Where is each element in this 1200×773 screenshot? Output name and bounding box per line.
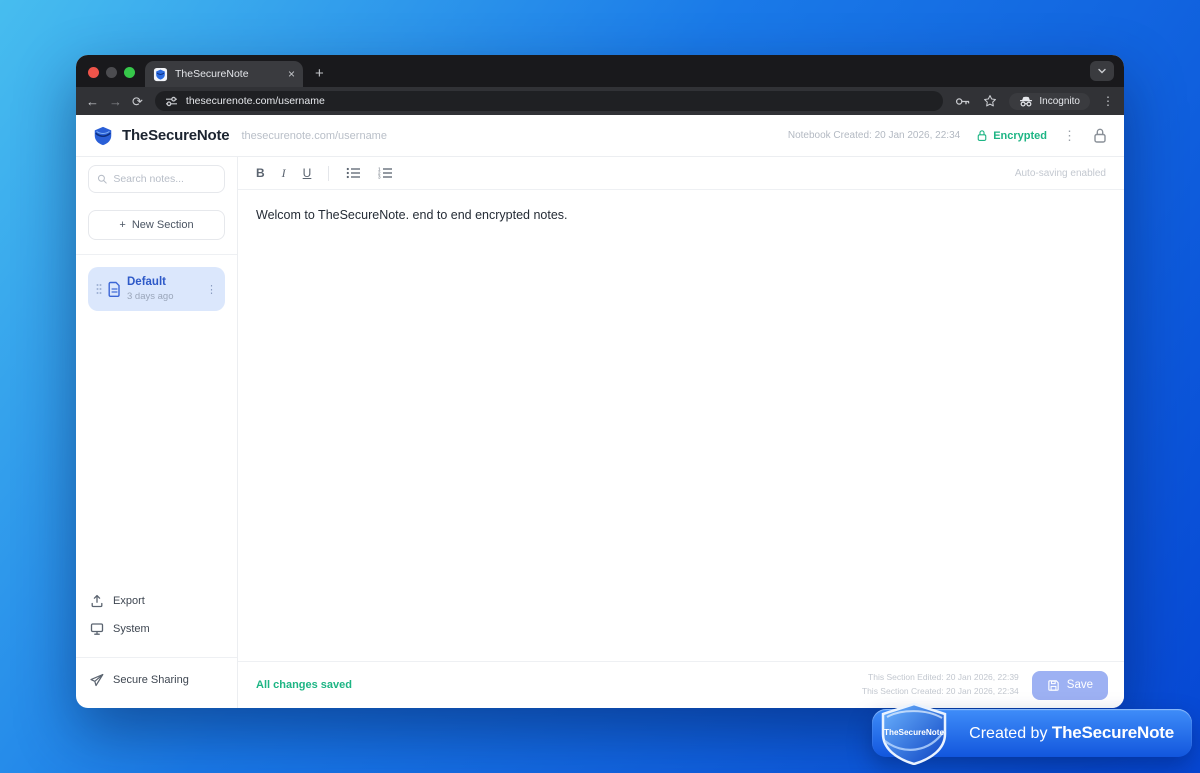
sidebar-item-system[interactable]: System (88, 615, 225, 643)
browser-menu-button[interactable]: ⋮ (1102, 95, 1114, 107)
forward-button[interactable]: → (109, 95, 122, 108)
new-section-button[interactable]: + New Section (88, 210, 225, 240)
note-editor-content[interactable]: Welcom to TheSecureNote. end to end encr… (238, 190, 1124, 661)
sidebar-divider (76, 254, 237, 255)
encrypted-label: Encrypted (993, 129, 1047, 142)
numbered-list-button[interactable]: 1 2 3 (378, 167, 393, 179)
section-created-text: This Section Created: 20 Jan 2026, 22:34 (861, 686, 1019, 696)
browser-toolbar: ← → ⟳ thesecurenote.com/username Incogni… (76, 87, 1124, 115)
underline-button[interactable]: U (303, 167, 312, 179)
reload-button[interactable]: ⟳ (132, 95, 143, 108)
export-icon (91, 594, 103, 608)
editor-panel: B I U 1 2 3 Auto-saving enabled Welcom t… (238, 157, 1124, 708)
toolbar-separator (328, 165, 330, 181)
chevron-down-icon (1098, 68, 1106, 74)
tab-favicon-shield-icon (153, 67, 168, 81)
created-by-badge: TheSecureNote Created by TheSecureNote (872, 702, 1192, 765)
section-timestamps: This Section Edited: 20 Jan 2026, 22:39 … (862, 671, 1019, 698)
tab-search-button[interactable] (1090, 61, 1114, 81)
tab-title: TheSecureNote (175, 68, 249, 80)
export-label: Export (113, 595, 145, 607)
zoom-window-button[interactable] (124, 67, 135, 78)
autosave-status: Auto-saving enabled (1014, 167, 1106, 179)
section-age: 3 days ago (127, 291, 174, 302)
header-actions: Notebook Created: 20 Jan 2026, 22:34 Enc… (788, 127, 1108, 144)
footer-right: This Section Edited: 20 Jan 2026, 22:39 … (862, 670, 1108, 700)
plus-icon: + (119, 219, 126, 231)
app-brand-title: TheSecureNote (122, 127, 230, 144)
header-url-text: thesecurenote.com/username (241, 129, 387, 142)
section-texts: Default 3 days ago (127, 276, 201, 302)
section-menu-button[interactable]: ⋮ (206, 283, 217, 296)
header-menu-button[interactable]: ⋮ (1063, 128, 1076, 144)
badge-brand: TheSecureNote (1051, 723, 1174, 742)
editor-footer: All changes saved This Section Edited: 2… (238, 661, 1124, 708)
section-edited-text: This Section Edited: 20 Jan 2026, 22:39 (868, 672, 1019, 683)
system-monitor-icon (90, 623, 104, 635)
minimize-window-button[interactable] (106, 67, 117, 78)
created-by-text: Created by TheSecureNote (969, 723, 1174, 742)
document-icon (108, 281, 120, 297)
site-settings-icon (165, 96, 177, 106)
save-label: Save (1066, 679, 1093, 691)
header-lock-button[interactable] (1092, 127, 1108, 144)
paper-plane-icon (90, 673, 104, 687)
notebook-created-text: Notebook Created: 20 Jan 2026, 22:34 (787, 130, 961, 141)
toolbar-actions: Incognito ⋮ (955, 92, 1114, 110)
encrypted-status-badge: Encrypted (976, 129, 1047, 142)
search-icon (97, 174, 107, 184)
tab-strip: TheSecureNote × + (76, 55, 1124, 87)
app-logo-shield-icon (94, 126, 112, 145)
back-button[interactable]: ← (86, 95, 99, 108)
lock-icon (977, 130, 987, 141)
incognito-label: Incognito (1039, 95, 1080, 107)
browser-window: TheSecureNote × + ← → ⟳ thesecurenote.co… (76, 55, 1124, 708)
section-card-default[interactable]: Default 3 days ago ⋮ (88, 267, 225, 311)
bold-button[interactable]: B (256, 167, 265, 179)
search-input[interactable] (113, 173, 216, 185)
incognito-badge: Incognito (1009, 92, 1090, 110)
drag-handle-icon[interactable] (96, 283, 102, 295)
format-toolbar: B I U 1 2 3 Auto-saving enabled (238, 157, 1124, 190)
incognito-icon (1020, 96, 1033, 106)
sidebar: + New Section Default 3 days ago (76, 157, 238, 708)
address-bar[interactable]: thesecurenote.com/username (154, 91, 944, 111)
sidebar-item-export[interactable]: Export (88, 587, 225, 615)
section-name: Default (127, 276, 166, 288)
new-section-label: New Section (131, 219, 194, 231)
passwords-key-icon[interactable] (955, 95, 971, 108)
bullet-list-button[interactable] (346, 167, 361, 179)
browser-tab[interactable]: TheSecureNote × (145, 61, 303, 87)
save-floppy-icon (1048, 679, 1059, 691)
app-header: TheSecureNote thesecurenote.com/username… (76, 115, 1124, 157)
address-url: thesecurenote.com/username (185, 95, 325, 107)
sidebar-item-secure-sharing[interactable]: Secure Sharing (88, 666, 225, 694)
secure-sharing-label: Secure Sharing (113, 674, 189, 686)
system-label: System (113, 623, 150, 635)
badge-shield-logo: TheSecureNote (881, 702, 947, 765)
tab-close-icon[interactable]: × (288, 67, 295, 81)
close-window-button[interactable] (88, 67, 99, 78)
changes-saved-status: All changes saved (256, 679, 352, 691)
svg-text:3: 3 (378, 175, 381, 179)
main-area: + New Section Default 3 days ago (76, 157, 1124, 708)
badge-shield-text: TheSecureNote (884, 728, 945, 737)
italic-button[interactable]: I (282, 167, 286, 179)
new-tab-button[interactable]: + (315, 66, 324, 81)
window-controls (88, 67, 135, 78)
search-notes-box[interactable] (88, 165, 225, 193)
save-button[interactable]: Save (1031, 670, 1108, 700)
sidebar-footer-divider (76, 657, 237, 658)
bookmark-star-icon[interactable] (983, 94, 997, 108)
